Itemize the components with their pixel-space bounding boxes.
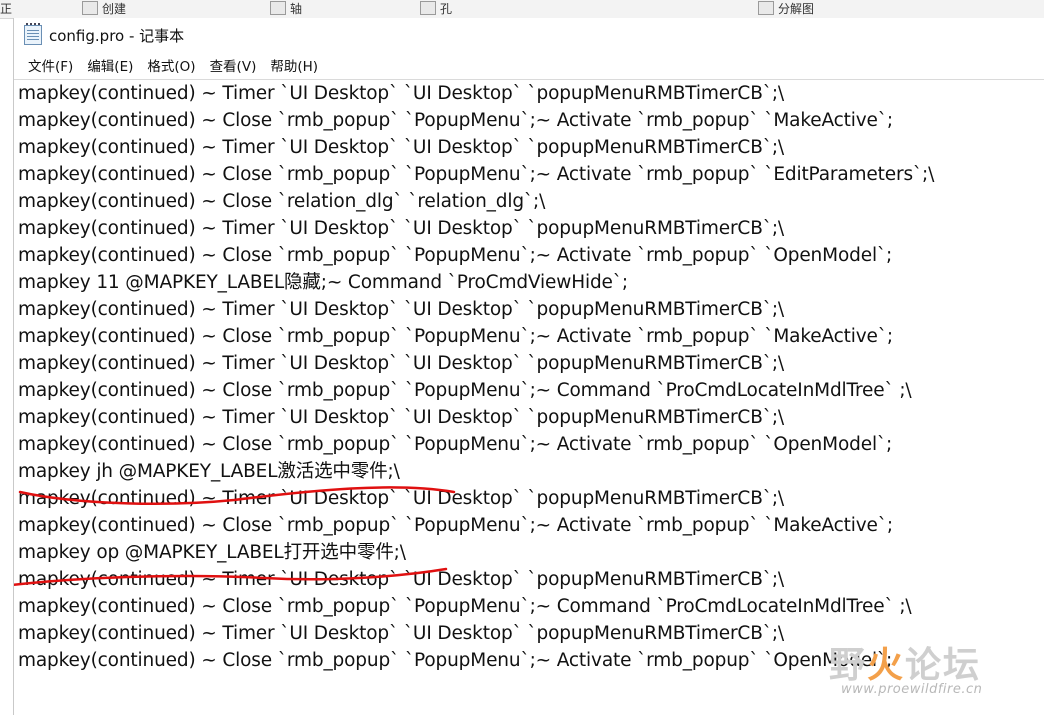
- text-line-highlighted[interactable]: mapkey op @MAPKEY_LABEL打开选中零件;\: [18, 539, 1044, 566]
- text-line[interactable]: mapkey(continued) ~ Timer `UI Desktop` `…: [18, 215, 1044, 242]
- menu-help[interactable]: 帮助(H): [263, 53, 325, 77]
- background-toolbar-label: 分解图: [778, 1, 815, 16]
- watermark-flame-char: 火: [867, 645, 906, 686]
- watermark-url: www.proewildfire.cn: [841, 682, 983, 697]
- background-toolbar-label: 正: [0, 1, 13, 16]
- menu-format[interactable]: 格式(O): [140, 53, 202, 77]
- text-line[interactable]: mapkey(continued) ~ Close `relation_dlg`…: [18, 188, 1044, 215]
- text-line[interactable]: mapkey(continued) ~ Timer `UI Desktop` `…: [18, 134, 1044, 161]
- text-line-highlighted[interactable]: mapkey jh @MAPKEY_LABEL激活选中零件;\: [18, 458, 1044, 485]
- background-toolbar-label: 轴: [290, 1, 303, 16]
- text-line[interactable]: mapkey(continued) ~ Close `rmb_popup` `P…: [18, 593, 1044, 620]
- notepad-icon: [24, 23, 42, 45]
- text-line[interactable]: mapkey(continued) ~ Timer `UI Desktop` `…: [18, 80, 1044, 107]
- background-app-toolbar: 正 创建 轴 孔 分解图: [0, 0, 1044, 19]
- editor-lines: mapkey(continued) ~ Timer `UI Desktop` `…: [14, 80, 1044, 674]
- background-toolbar-label: 孔: [440, 1, 453, 16]
- background-toolbar-item: 创建: [82, 0, 126, 16]
- text-line[interactable]: mapkey 11 @MAPKEY_LABEL隐藏;~ Command `Pro…: [18, 269, 1044, 296]
- menu-bar: 文件(F) 编辑(E) 格式(O) 查看(V) 帮助(H): [14, 52, 1044, 78]
- menu-edit[interactable]: 编辑(E): [80, 53, 140, 77]
- background-toolbar-label: 创建: [102, 1, 127, 16]
- text-line[interactable]: mapkey(continued) ~ Close `rmb_popup` `P…: [18, 107, 1044, 134]
- background-toolbar-item: 正: [0, 0, 12, 16]
- text-line[interactable]: mapkey(continued) ~ Timer `UI Desktop` `…: [18, 404, 1044, 431]
- menu-file[interactable]: 文件(F): [21, 53, 80, 77]
- window-title: config.pro - 记事本: [49, 26, 185, 45]
- watermark-logo: 野火论坛: [829, 636, 981, 688]
- text-line[interactable]: mapkey(continued) ~ Close `rmb_popup` `P…: [18, 431, 1044, 458]
- axis-icon: [270, 1, 286, 15]
- text-line[interactable]: mapkey(continued) ~ Close `rmb_popup` `P…: [18, 242, 1044, 269]
- text-line[interactable]: mapkey(continued) ~ Close `rmb_popup` `P…: [18, 161, 1044, 188]
- text-line[interactable]: mapkey(continued) ~ Close `rmb_popup` `P…: [18, 323, 1044, 350]
- checkbox-icon: [82, 1, 98, 15]
- background-toolbar-item: 孔: [420, 0, 452, 16]
- screen: 正 创建 轴 孔 分解图 config.pro - 记事本 文件(F) 编辑(E…: [0, 0, 1044, 715]
- text-line[interactable]: mapkey(continued) ~ Timer `UI Desktop` `…: [18, 485, 1044, 512]
- title-bar[interactable]: config.pro - 记事本: [14, 18, 1044, 52]
- background-toolbar-item: 轴: [270, 0, 302, 16]
- bar-chart-icon: [758, 1, 774, 15]
- forum-watermark: 野火论坛 www.proewildfire.cn: [829, 636, 1029, 708]
- text-line[interactable]: mapkey(continued) ~ Timer `UI Desktop` `…: [18, 296, 1044, 323]
- text-line[interactable]: mapkey(continued) ~ Close `rmb_popup` `P…: [18, 512, 1044, 539]
- text-line[interactable]: mapkey(continued) ~ Close `rmb_popup` `P…: [18, 377, 1044, 404]
- text-line[interactable]: mapkey(continued) ~ Timer `UI Desktop` `…: [18, 350, 1044, 377]
- hole-icon: [420, 1, 436, 15]
- notepad-window: config.pro - 记事本 文件(F) 编辑(E) 格式(O) 查看(V)…: [13, 18, 1044, 715]
- text-line[interactable]: mapkey(continued) ~ Timer `UI Desktop` `…: [18, 566, 1044, 593]
- background-toolbar-item: 分解图: [758, 0, 814, 16]
- text-editor[interactable]: mapkey(continued) ~ Timer `UI Desktop` `…: [14, 79, 1044, 715]
- menu-view[interactable]: 查看(V): [203, 53, 264, 77]
- watermark-text-suffix: 论坛: [905, 645, 982, 686]
- watermark-text-prefix: 野: [829, 645, 868, 686]
